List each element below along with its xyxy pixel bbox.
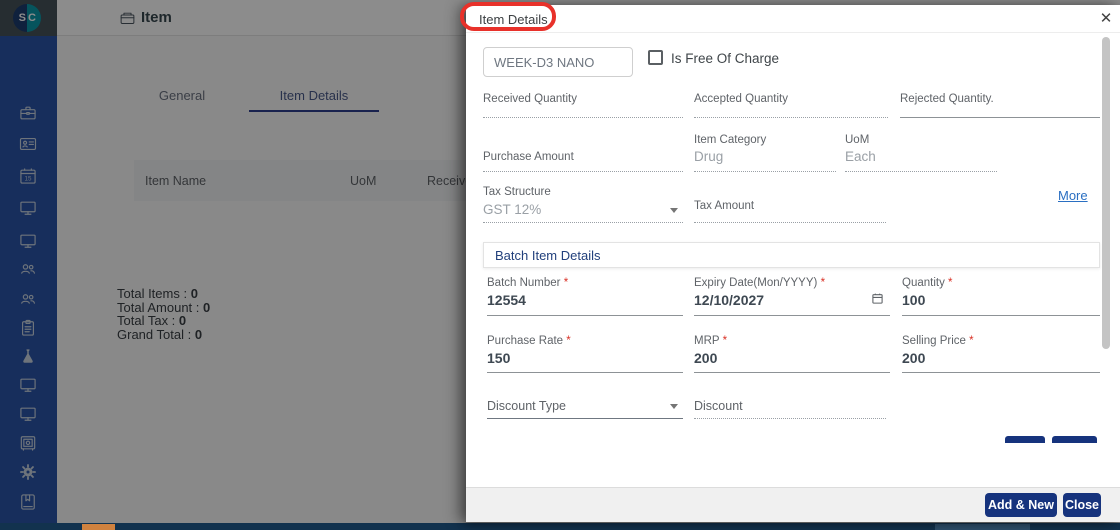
required-asterisk: * [969, 335, 974, 347]
uom-field [845, 171, 997, 172]
uom-value: Each [845, 149, 876, 164]
accepted-qty-label: Accepted Quantity [694, 93, 788, 105]
purchase-amount-label: Purchase Amount [483, 151, 574, 163]
tax-structure-field[interactable] [483, 222, 683, 223]
item-category-field [694, 171, 836, 172]
selling-price-field[interactable] [902, 372, 1100, 373]
uom-label: UoM [845, 134, 870, 146]
quantity-value[interactable]: 100 [902, 292, 925, 308]
batch-number-value[interactable]: 12554 [487, 292, 526, 308]
annotation-highlight [460, 2, 556, 31]
item-name-input[interactable] [483, 47, 633, 77]
item-category-value: Drug [694, 149, 724, 164]
expiry-date-field[interactable] [694, 315, 890, 316]
expiry-date-value[interactable]: 12/10/2027 [694, 292, 764, 308]
required-asterisk: * [948, 277, 953, 289]
selling-price-label: Selling Price * [902, 335, 974, 347]
quantity-field[interactable] [902, 315, 1100, 316]
rejected-qty-label: Rejected Quantity. [900, 93, 994, 105]
discount-type-label: Discount Type [487, 399, 566, 413]
received-qty-label: Received Quantity [483, 93, 577, 105]
accepted-qty-field[interactable] [694, 117, 888, 118]
clipped-button[interactable] [1052, 436, 1097, 443]
required-asterisk: * [563, 277, 569, 289]
purchase-rate-value[interactable]: 150 [487, 350, 510, 366]
clipped-button[interactable] [1005, 436, 1045, 443]
more-link[interactable]: More [1058, 188, 1088, 203]
discount-label: Discount [694, 399, 743, 413]
batch-item-details-header: Batch Item Details [483, 242, 1100, 268]
required-asterisk: * [566, 335, 571, 347]
batch-number-label: Batch Number * [487, 277, 569, 289]
modal-footer: Add & New Close [466, 487, 1120, 522]
modal-scrollbar[interactable] [1102, 37, 1110, 349]
window-bottom-edge [0, 523, 1120, 530]
mrp-value[interactable]: 200 [694, 350, 717, 366]
date-picker-icon[interactable] [871, 292, 884, 310]
bottom-edge-light-segment [935, 524, 1030, 530]
tax-amount-label: Tax Amount [694, 200, 755, 212]
purchase-rate-label: Purchase Rate * [487, 335, 571, 347]
bottom-edge-orange-segment [82, 524, 115, 530]
received-qty-field[interactable] [483, 117, 683, 118]
add-and-new-button[interactable]: Add & New [985, 493, 1057, 517]
mrp-label: MRP * [694, 335, 728, 347]
rejected-qty-field[interactable] [900, 117, 1100, 118]
required-asterisk: * [722, 335, 728, 347]
tax-structure-label: Tax Structure [483, 186, 551, 198]
batch-number-field[interactable] [487, 315, 683, 316]
free-of-charge-label: Is Free Of Charge [671, 51, 780, 66]
free-of-charge-checkbox[interactable] [648, 50, 663, 65]
close-icon[interactable]: ✕ [1096, 9, 1116, 29]
tax-amount-field[interactable] [694, 222, 886, 223]
quantity-label: Quantity * [902, 277, 953, 289]
tax-structure-dropdown-icon[interactable] [670, 208, 678, 213]
selling-price-value[interactable]: 200 [902, 350, 925, 366]
discount-type-field[interactable] [487, 418, 683, 419]
mrp-field[interactable] [694, 372, 890, 373]
expiry-date-label: Expiry Date(Mon/YYYY) * [694, 277, 826, 289]
discount-type-dropdown-icon[interactable] [670, 404, 678, 409]
item-category-label: Item Category [694, 134, 767, 146]
required-asterisk: * [820, 277, 826, 289]
batch-item-details-title: Batch Item Details [495, 248, 601, 263]
close-button[interactable]: Close [1063, 493, 1101, 517]
purchase-amount-field[interactable] [483, 171, 683, 172]
discount-field[interactable] [694, 418, 886, 419]
item-details-modal: Item Details ✕ Is Free Of Charge Receive… [466, 5, 1120, 522]
tax-structure-value: GST 12% [483, 202, 542, 217]
modal-header: Item Details [466, 5, 1120, 33]
purchase-rate-field[interactable] [487, 372, 683, 373]
